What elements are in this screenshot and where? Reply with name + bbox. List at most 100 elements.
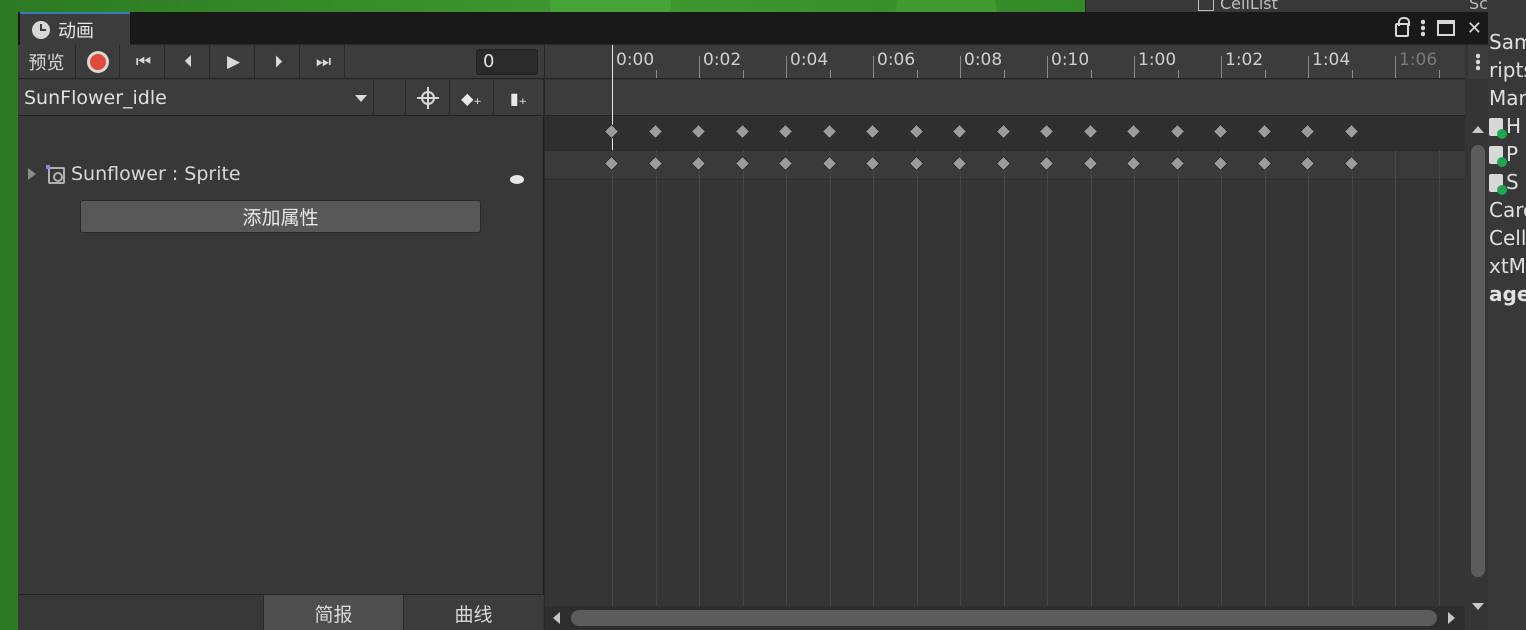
cs-script-icon — [1489, 118, 1507, 139]
foldout-arrow-icon[interactable] — [28, 168, 36, 180]
animation-window: 动画 ✕ 预览 ⏮ ⏴ ▶ ⏵ ⏭ 0 SunFlower_idle ◆₊ ▮₊… — [18, 12, 1488, 630]
add-event-icon: ▮₊ — [509, 88, 528, 108]
record-button[interactable] — [76, 45, 120, 79]
step-back-icon: ⏴ — [184, 52, 192, 72]
ruler-tick-label: 0:06 — [877, 50, 916, 70]
clip-row: SunFlower_idle ◆₊ ▮₊ — [18, 80, 544, 116]
tab-curves[interactable]: 曲线 — [403, 595, 543, 630]
window-tab-strip: 动画 ✕ — [18, 12, 1488, 45]
skip-to-start-icon: ⏮ — [135, 52, 151, 72]
property-label: Sunflower : Sprite — [71, 163, 241, 185]
event-track[interactable] — [545, 80, 1465, 116]
ruler-tick-label: 0:04 — [790, 50, 829, 70]
play-icon: ▶ — [226, 52, 240, 72]
ruler-tick-label: 1:00 — [1138, 50, 1177, 70]
scroll-right-icon[interactable] — [1448, 612, 1455, 624]
project-item[interactable]: ripts — [1489, 58, 1526, 82]
ruler-minor-tick — [656, 70, 657, 78]
animation-left-panel: 预览 ⏮ ⏴ ▶ ⏵ ⏭ 0 SunFlower_idle ◆₊ ▮₊ Sunf… — [18, 45, 544, 630]
project-panel-edge: Sam ripts Mar H P S Carc Cell xtM age — [1488, 0, 1526, 630]
ruler-minor-tick — [830, 70, 831, 78]
scroll-thumb[interactable] — [1471, 145, 1485, 577]
scroll-left-icon[interactable] — [553, 612, 560, 624]
project-item[interactable]: Carc — [1489, 198, 1526, 222]
frame-gridline — [1308, 150, 1309, 606]
ruler-tick-label: 0:08 — [964, 50, 1003, 70]
ruler-minor-tick — [1395, 70, 1396, 78]
frame-gridline — [960, 150, 961, 606]
previous-keyframe-button[interactable]: ⏴ — [165, 45, 210, 79]
first-keyframe-button[interactable]: ⏮ — [120, 45, 165, 79]
crosshair-icon — [416, 87, 439, 109]
maximize-icon[interactable] — [1436, 20, 1455, 36]
filter-by-selection-button[interactable] — [406, 80, 450, 116]
tab-dopesheet[interactable]: 简报 — [263, 595, 403, 630]
add-property-button[interactable]: 添加属性 — [80, 200, 481, 233]
keyframe-toggle-icon[interactable] — [510, 175, 524, 184]
frame-gridline — [1178, 150, 1179, 606]
frame-gridline — [873, 150, 874, 606]
scroll-up-icon[interactable] — [1472, 126, 1484, 133]
frame-gridline — [1004, 150, 1005, 606]
project-item-label: P — [1506, 142, 1519, 166]
last-keyframe-button[interactable]: ⏭ — [300, 45, 345, 79]
add-keyframe-button[interactable]: ◆₊ — [450, 80, 494, 116]
frame-gridline — [1439, 150, 1440, 606]
next-keyframe-button[interactable]: ⏵ — [255, 45, 300, 79]
time-ruler[interactable]: 0:00 0:02 0:04 0:06 0:08 0:10 1:00 1:02 1:04 1:06 — [545, 45, 1465, 79]
envelope-icon — [1198, 0, 1214, 11]
frame-gridline — [612, 150, 613, 606]
clock-icon — [32, 21, 50, 39]
sprite-renderer-icon — [46, 165, 65, 184]
frame-gridline — [1352, 150, 1353, 606]
clip-name: SunFlower_idle — [24, 87, 167, 109]
frame-gridline — [830, 150, 831, 606]
project-item-script[interactable]: S — [1489, 170, 1519, 195]
project-item[interactable]: Sam — [1489, 30, 1526, 54]
play-button[interactable]: ▶ — [210, 45, 255, 79]
ruler-tick-label: 1:04 — [1312, 50, 1351, 70]
ruler-minor-tick — [1047, 70, 1048, 78]
ruler-minor-tick — [1352, 70, 1353, 78]
preview-button[interactable]: 预览 — [18, 45, 76, 79]
ruler-minor-tick — [1308, 70, 1309, 78]
ruler-minor-tick — [1134, 70, 1135, 78]
window-controls: ✕ — [1394, 12, 1488, 44]
ruler-minor-tick — [786, 70, 787, 78]
lock-icon[interactable] — [1394, 17, 1410, 37]
scroll-thumb[interactable] — [571, 610, 1437, 626]
more-options-icon[interactable] — [1420, 19, 1425, 37]
frame-gridline — [917, 150, 918, 606]
frame-input[interactable]: 0 — [476, 49, 538, 75]
step-forward-icon: ⏵ — [274, 52, 282, 72]
project-item[interactable]: age — [1489, 282, 1526, 306]
project-item-script[interactable]: P — [1489, 142, 1519, 167]
project-item[interactable]: Mar — [1489, 86, 1526, 110]
property-row[interactable]: Sunflower : Sprite — [18, 162, 544, 192]
horizontal-scrollbar[interactable] — [545, 606, 1465, 630]
ruler-minor-tick — [743, 70, 744, 78]
more-options-icon — [1476, 53, 1480, 71]
ruler-minor-tick — [917, 70, 918, 78]
project-item-script[interactable]: H — [1489, 114, 1522, 139]
project-item[interactable]: xtM — [1489, 254, 1526, 278]
tab-label: 动画 — [58, 21, 94, 42]
ruler-minor-tick — [1221, 70, 1222, 78]
record-icon — [86, 51, 109, 73]
frame-gridline — [656, 150, 657, 606]
dopesheet-timeline[interactable]: 0:00 0:02 0:04 0:06 0:08 0:10 1:00 1:02 1:04 1:06 — [545, 45, 1488, 630]
add-event-button[interactable]: ▮₊ — [494, 80, 544, 116]
close-icon[interactable]: ✕ — [1467, 18, 1482, 39]
chevron-down-icon — [355, 95, 367, 102]
vertical-scrollbar[interactable] — [1468, 120, 1488, 610]
clip-spacer-button[interactable] — [374, 80, 406, 116]
frame-gridline — [699, 150, 700, 606]
project-item-label: H — [1506, 114, 1522, 138]
timeline-options[interactable] — [1468, 45, 1488, 79]
frame-gridline — [743, 150, 744, 606]
project-item[interactable]: Cell — [1489, 226, 1526, 250]
ruler-minor-tick — [1004, 70, 1005, 78]
scroll-down-icon[interactable] — [1472, 603, 1484, 610]
clip-dropdown[interactable]: SunFlower_idle — [18, 80, 374, 116]
tab-animation[interactable]: 动画 — [20, 12, 130, 45]
